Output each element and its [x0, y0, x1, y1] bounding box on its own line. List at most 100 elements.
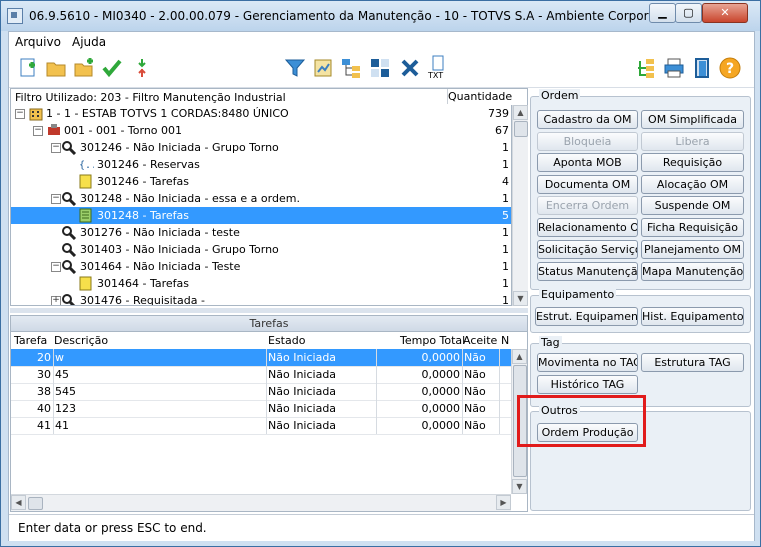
scroll-down-arrow-icon[interactable]: ▼	[513, 291, 528, 306]
tree-node-qty: 1	[502, 141, 509, 154]
cell-estado: Não Iniciada	[268, 351, 337, 364]
status-manutencao-button[interactable]: Status Manutenção	[537, 262, 638, 281]
table-row[interactable]: 30 45 Não Iniciada 0,0000 Não	[11, 366, 511, 384]
tree-node[interactable]: − 301246 - Não Iniciada - Grupo Torno 1	[11, 139, 511, 156]
ficha-requisicao-button[interactable]: Ficha Requisição	[641, 218, 744, 237]
tree-node[interactable]: − 001 - 001 - Torno 001 67	[11, 122, 511, 139]
tree-node[interactable]: 301276 - Não Iniciada - teste 1	[11, 224, 511, 241]
close-button[interactable]: ✕	[702, 3, 748, 23]
alocacao-om-button[interactable]: Alocação OM	[641, 175, 744, 194]
new-document-icon[interactable]	[17, 57, 39, 79]
aponta-mob-button[interactable]: Aponta MOB	[537, 153, 638, 172]
cadastro-om-button[interactable]: Cadastro da OM	[537, 110, 638, 129]
encerra-ordem-button[interactable]: Encerra Ordem	[537, 196, 638, 215]
estrut-equipamento-button[interactable]: Estrut. Equipamento	[535, 307, 638, 326]
txt-export-icon[interactable]: TXT	[427, 55, 451, 83]
collapse-icon[interactable]: −	[33, 126, 43, 136]
excel-export-icon[interactable]	[399, 57, 421, 79]
col-header-aceite[interactable]: Aceite	[463, 334, 497, 347]
tree-node-qty: 1	[502, 226, 509, 239]
open-folder-icon[interactable]	[45, 57, 67, 79]
collapse-icon[interactable]: −	[51, 262, 61, 272]
tree-node[interactable]: 301246 - Tarefas 4	[11, 173, 511, 190]
scroll-up-arrow-icon[interactable]: ▲	[512, 349, 527, 364]
tree-node[interactable]: 301403 - Não Iniciada - Grupo Torno 1	[11, 241, 511, 258]
col-header-n[interactable]: N	[501, 334, 509, 347]
relacionamento-om-button[interactable]: Relacionamento OM	[537, 218, 638, 237]
status-text: Enter data or press ESC to end.	[18, 521, 207, 535]
mapa-manutencao-button[interactable]: Mapa Manutenção	[641, 262, 744, 281]
hierarchy-icon[interactable]	[634, 57, 656, 79]
task-folder-icon	[79, 174, 92, 189]
table-row[interactable]: 20 w Não Iniciada 0,0000 Não	[11, 349, 511, 367]
tree-node-label: 301403 - Não Iniciada - Grupo Torno	[80, 243, 279, 256]
table-row[interactable]: 40 123 Não Iniciada 0,0000 Não	[11, 400, 511, 418]
col-header-tempo-total[interactable]: Tempo Total	[400, 334, 465, 347]
table-row[interactable]: 41 41 Não Iniciada 0,0000 Não	[11, 417, 511, 435]
cell-tarefa: 20	[37, 351, 51, 364]
tree-structure-icon[interactable]	[340, 57, 362, 79]
expand-icon[interactable]: +	[51, 296, 61, 305]
planejamento-om-button[interactable]: Planejamento OM	[641, 240, 744, 259]
tree-node-qty: 1	[502, 277, 509, 290]
add-folder-icon[interactable]	[73, 57, 95, 79]
transfer-icon[interactable]	[131, 57, 153, 79]
menu-arquivo[interactable]: Arquivo	[15, 35, 61, 49]
collapse-icon[interactable]: −	[51, 143, 61, 153]
table-row[interactable]: 38 545 Não Iniciada 0,0000 Não	[11, 383, 511, 401]
grid-icon[interactable]	[369, 57, 391, 79]
report-icon[interactable]	[312, 57, 334, 79]
ordem-group-label: Ordem	[539, 89, 581, 102]
maximize-button[interactable]: ▢	[675, 3, 702, 23]
col-header-descricao[interactable]: Descrição	[54, 334, 108, 347]
exit-door-icon[interactable]	[691, 57, 713, 79]
confirm-check-icon[interactable]	[101, 57, 123, 79]
historico-tag-button[interactable]: Histórico TAG	[537, 375, 638, 394]
om-simplificada-button[interactable]: OM Simplificada	[641, 110, 744, 129]
quantity-header[interactable]: Quantidade	[447, 89, 513, 104]
tree-node[interactable]: − 301248 - Não Iniciada - essa e a ordem…	[11, 190, 511, 207]
col-header-estado[interactable]: Estado	[268, 334, 305, 347]
app-icon	[7, 8, 23, 24]
cell-descricao: w	[55, 351, 64, 364]
tree-node-selected[interactable]: 301248 - Tarefas 5	[11, 207, 511, 224]
scroll-down-arrow-icon[interactable]: ▼	[512, 479, 527, 494]
filter-icon[interactable]	[284, 57, 306, 79]
help-icon[interactable]: ?	[719, 57, 741, 79]
tree-node[interactable]: + 301476 - Requisitada - 1	[11, 292, 511, 305]
bloqueia-button[interactable]: Bloqueia	[537, 132, 638, 151]
print-icon[interactable]	[663, 57, 685, 79]
col-header-tarefa[interactable]: Tarefa	[14, 334, 47, 347]
estrutura-tag-button[interactable]: Estrutura TAG	[641, 353, 744, 372]
tasks-grid-title: Tarefas	[10, 315, 528, 332]
menu-ajuda[interactable]: Ajuda	[72, 35, 106, 49]
collapse-icon[interactable]: −	[15, 109, 25, 119]
title-bar[interactable]: 06.9.5610 - MI0340 - 2.00.00.079 - Geren…	[1, 1, 760, 31]
minimize-button[interactable]: ▁	[649, 3, 676, 23]
reservation-icon: {..}	[79, 160, 94, 171]
collapse-icon[interactable]: −	[51, 194, 61, 204]
suspende-om-button[interactable]: Suspende OM	[641, 196, 744, 215]
documenta-om-button[interactable]: Documenta OM	[537, 175, 638, 194]
scroll-thumb[interactable]	[28, 497, 43, 510]
scroll-left-arrow-icon[interactable]: ◀	[11, 495, 26, 510]
movimenta-tag-button[interactable]: Movimenta no TAG	[537, 353, 638, 372]
tree-node[interactable]: − 1 - 1 - ESTAB TOTVS 1 CORDAS:8480 ÚNIC…	[11, 105, 511, 122]
hist-equipamento-button[interactable]: Hist. Equipamento	[641, 307, 744, 326]
libera-button[interactable]: Libera	[641, 132, 744, 151]
requisicao-button[interactable]: Requisição	[641, 153, 744, 172]
tree-node-label: 301464 - Tarefas	[97, 277, 189, 290]
grid-horizontal-scrollbar[interactable]: ◀ ▶	[11, 494, 511, 511]
tree-node[interactable]: 301464 - Tarefas 1	[11, 275, 511, 292]
scroll-up-arrow-icon[interactable]: ▲	[513, 105, 528, 120]
tree-vertical-scrollbar[interactable]: ▲ ▼	[512, 105, 528, 306]
tree-node[interactable]: {..} 301246 - Reservas 1	[11, 156, 511, 173]
solicitacao-servico-button[interactable]: Solicitação Serviço	[537, 240, 638, 259]
scroll-right-arrow-icon[interactable]: ▶	[496, 495, 511, 510]
cell-estado: Não Iniciada	[268, 368, 337, 381]
scroll-thumb[interactable]	[514, 121, 528, 137]
tree-node[interactable]: − 301464 - Não Iniciada - Teste 1	[11, 258, 511, 275]
ordem-group: Ordem Cadastro da OM OM Simplificada Blo…	[530, 89, 751, 290]
splitter[interactable]	[10, 308, 528, 313]
txt-label: TXT	[428, 71, 444, 80]
